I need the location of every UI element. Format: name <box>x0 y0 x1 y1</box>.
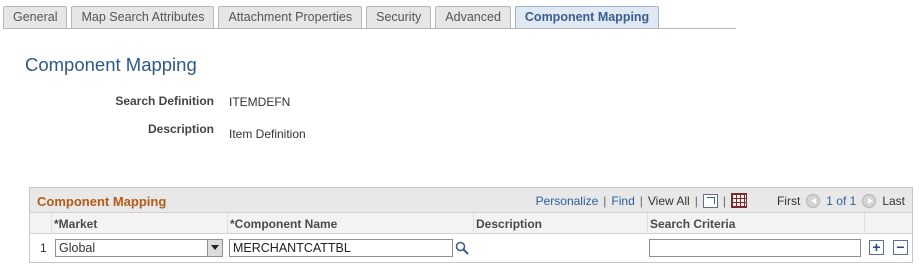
chevron-down-icon[interactable] <box>207 240 222 256</box>
arrow-left-icon[interactable] <box>806 193 821 208</box>
description-label: Description <box>147 122 214 136</box>
last-link[interactable]: Last <box>882 194 905 208</box>
column-divider <box>864 213 865 234</box>
tab-security[interactable]: Security <box>366 6 432 28</box>
nav-separator: | <box>694 193 698 208</box>
zoom-icon[interactable] <box>702 193 718 208</box>
column-divider <box>51 213 52 234</box>
grid-navigation: Personalize | Find | View All | | First … <box>536 193 905 208</box>
arrow-right-icon[interactable] <box>862 193 877 208</box>
component-mapping-grid: Component Mapping Personalize | Find | V… <box>29 187 913 263</box>
search-definition-label: Search Definition <box>115 94 214 108</box>
first-link[interactable]: First <box>777 194 800 208</box>
page-title: Component Mapping <box>25 54 197 75</box>
column-header-market[interactable]: *Market <box>54 217 97 231</box>
find-link[interactable]: Find <box>611 194 634 208</box>
personalize-link[interactable]: Personalize <box>536 194 599 208</box>
delete-row-button[interactable]: − <box>893 240 908 255</box>
table-row: 1 Global + − <box>30 234 912 262</box>
search-icon[interactable] <box>455 241 469 255</box>
grid-title: Component Mapping <box>37 194 167 209</box>
view-all-link[interactable]: View All <box>648 194 690 208</box>
row-number: 1 <box>40 241 47 255</box>
column-divider <box>473 213 474 234</box>
column-divider <box>227 213 228 234</box>
description-value: Item Definition <box>229 127 306 141</box>
column-header-description[interactable]: Description <box>476 217 542 231</box>
column-header-component-name[interactable]: *Component Name <box>230 217 337 231</box>
nav-separator: | <box>722 193 726 208</box>
grid-icon[interactable] <box>730 193 747 208</box>
tab-bar: General Map Search Attributes Attachment… <box>3 6 663 28</box>
column-header-search-criteria[interactable]: Search Criteria <box>650 217 735 231</box>
nav-separator: | <box>639 193 643 208</box>
tab-advanced[interactable]: Advanced <box>435 6 511 28</box>
search-criteria-input[interactable] <box>649 239 861 257</box>
tab-general[interactable]: General <box>3 6 68 28</box>
nav-separator: | <box>603 193 607 208</box>
grid-header: Component Mapping Personalize | Find | V… <box>30 188 912 213</box>
market-select-value: Global <box>59 241 96 255</box>
component-name-input[interactable] <box>229 239 453 257</box>
tab-map-search-attributes[interactable]: Map Search Attributes <box>71 6 215 28</box>
tab-attachment-properties[interactable]: Attachment Properties <box>218 6 363 28</box>
column-divider <box>647 213 648 234</box>
search-definition-value: ITEMDEFN <box>229 95 291 109</box>
tab-divider <box>3 28 736 29</box>
tab-component-mapping[interactable]: Component Mapping <box>514 6 660 28</box>
column-header-row: *Market *Component Name Description Sear… <box>30 213 912 234</box>
add-row-button[interactable]: + <box>869 240 884 255</box>
row-range: 1 of 1 <box>826 193 857 208</box>
market-select[interactable]: Global <box>55 239 223 257</box>
